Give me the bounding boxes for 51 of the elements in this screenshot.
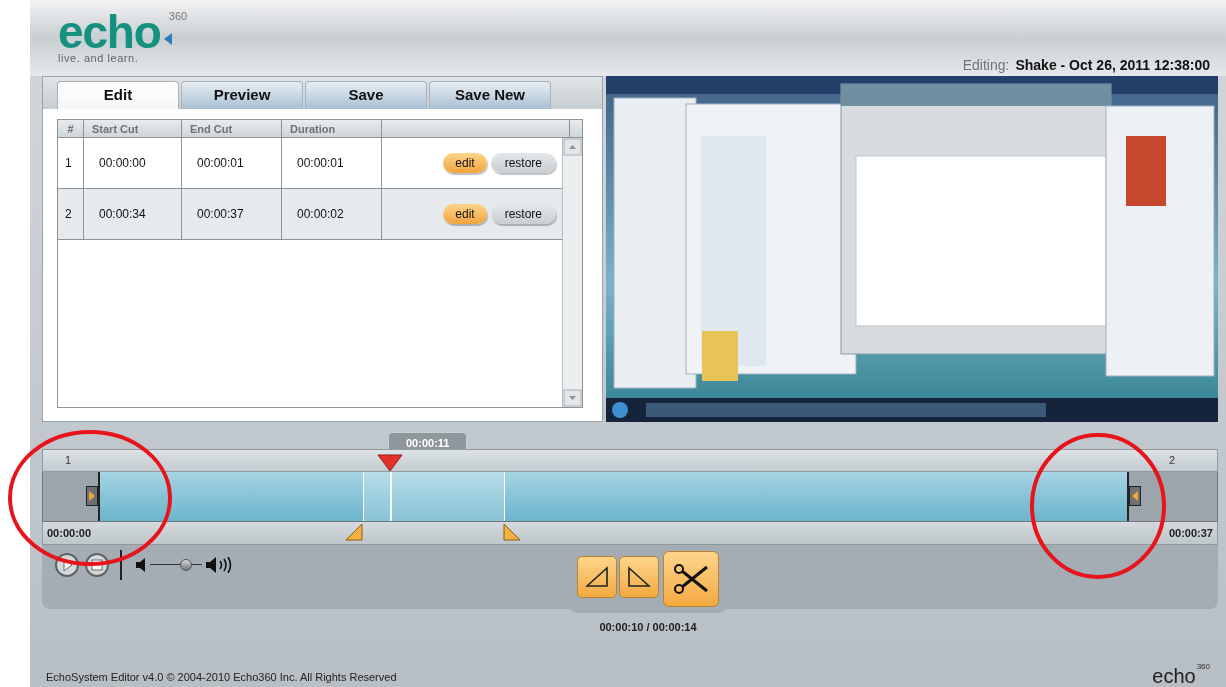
mute-icon[interactable] [136, 557, 146, 572]
out-point-marker-icon[interactable] [503, 522, 521, 541]
footer-logo-superscript: 360 [1196, 661, 1210, 673]
table-cell-text: 00:00:01 [197, 154, 244, 172]
logo-superscript: 360 [168, 9, 188, 24]
scrollbar[interactable] [562, 137, 582, 407]
editing-label: Editing: [962, 56, 1010, 75]
mark-in-icon [585, 565, 609, 588]
table-cell-text: 2 [65, 205, 72, 223]
start-time: 00:00:00 [47, 525, 92, 541]
logo-wordmark: echo [58, 12, 161, 52]
column-header: Duration [290, 122, 336, 135]
tab[interactable]: Save [305, 80, 427, 109]
copyright-text: EchoSystem Editor v4.0 © 2004-2010 Echo360 Inc. All Rights Reserved [46, 669, 397, 685]
footer-logo-wordmark: echo [1152, 665, 1196, 687]
tab[interactable]: Save New [429, 80, 551, 109]
segment-label: 2 [1168, 453, 1175, 469]
segment-label: 1 [65, 453, 72, 469]
tab[interactable]: Preview [181, 80, 303, 109]
edit-button[interactable]: edit [443, 152, 487, 173]
restore-button[interactable]: restore [490, 152, 556, 173]
table-cell-text: 1 [65, 154, 72, 172]
selection-time: 00:00:10 / 00:00:14 [599, 619, 697, 635]
volume-slider[interactable] [150, 558, 202, 571]
restore-button[interactable]: restore [490, 203, 556, 224]
in-point-marker-icon[interactable] [345, 522, 363, 541]
end-time: 00:00:37 [1168, 525, 1213, 541]
scissors-icon [673, 562, 709, 595]
tab[interactable]: Edit [57, 80, 179, 109]
volume-icon[interactable] [206, 556, 232, 573]
column-header: End Cut [190, 122, 233, 135]
end-marker-icon[interactable] [1129, 486, 1141, 507]
mark-out-button[interactable] [619, 555, 659, 598]
playhead-time-label: 00:00:11 [388, 431, 468, 452]
editing-title: Shake - Oct 26, 2011 12:38:00 [1015, 56, 1210, 75]
column-header: Start Cut [92, 122, 139, 135]
table-cell-text: 00:00:00 [99, 154, 146, 172]
scroll-down-icon[interactable] [563, 388, 582, 407]
column-header: # [67, 122, 74, 135]
table-cell-text: 00:00:02 [297, 205, 344, 223]
mark-out-icon [627, 565, 651, 588]
volume-thumb[interactable] [180, 558, 192, 571]
table-cell-text: 00:00:34 [99, 205, 146, 223]
cut-button[interactable] [663, 550, 719, 607]
start-marker-icon[interactable] [86, 486, 98, 507]
play-triangle-icon [162, 32, 173, 46]
logo-tagline: live. and learn. [58, 52, 140, 64]
table-cell-text: 00:00:01 [297, 154, 344, 172]
edit-button[interactable]: edit [443, 203, 487, 224]
table-cell-text: 00:00:37 [197, 205, 244, 223]
mark-in-button[interactable] [577, 555, 617, 598]
